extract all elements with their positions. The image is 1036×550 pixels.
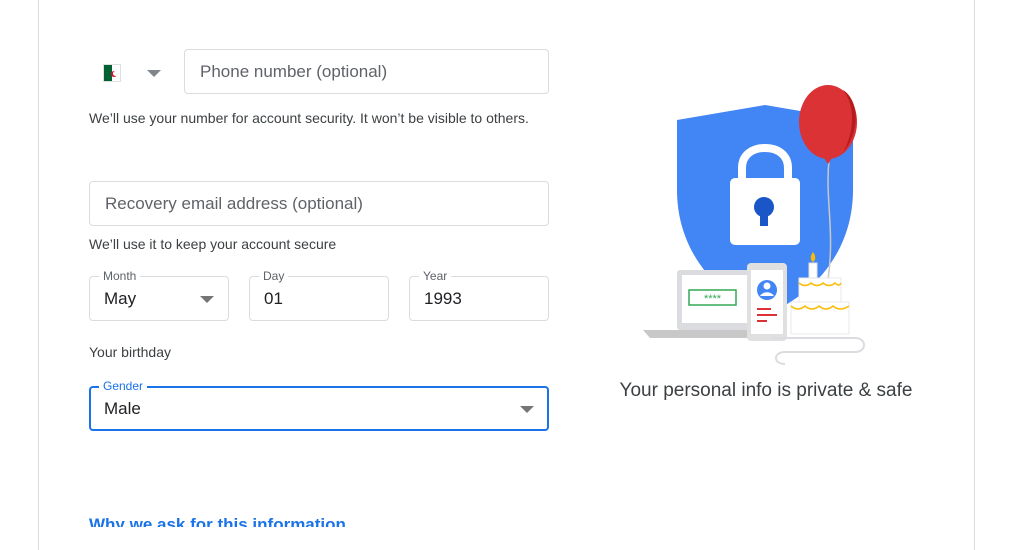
algeria-flag-icon <box>103 64 121 82</box>
year-input[interactable]: Year 1993 <box>409 269 549 321</box>
privacy-illustration: **** <box>643 85 865 365</box>
country-code-selector[interactable] <box>103 58 173 88</box>
recovery-email-input[interactable]: Recovery email address (optional) <box>89 181 549 226</box>
password-mask: **** <box>704 293 722 305</box>
privacy-caption: Your personal info is private & safe <box>619 380 913 401</box>
gender-value: Male <box>104 399 141 418</box>
laptop-icon: **** <box>643 270 765 338</box>
chevron-down-icon <box>520 406 534 413</box>
phone-number-input[interactable]: Phone number (optional) <box>184 49 549 94</box>
recovery-email-placeholder: Recovery email address (optional) <box>105 193 363 213</box>
birthday-helper-text: Your birthday <box>89 344 171 360</box>
year-value: 1993 <box>424 289 462 308</box>
month-label: Month <box>99 269 141 283</box>
gender-label: Gender <box>99 379 148 393</box>
day-value: 01 <box>264 289 283 308</box>
gender-select[interactable]: Gender Male <box>89 379 549 431</box>
day-label: Day <box>259 269 289 283</box>
year-label: Year <box>419 269 452 283</box>
day-input[interactable]: Day 01 <box>249 269 389 321</box>
phone-helper-text: We’ll use your number for account securi… <box>89 110 529 126</box>
why-we-ask-link[interactable]: Why we ask for this information <box>89 515 346 527</box>
chevron-down-icon <box>147 69 161 77</box>
phone-device-icon <box>747 263 787 341</box>
month-select[interactable]: Month May <box>89 269 229 321</box>
month-value: May <box>104 289 137 308</box>
recovery-helper-text: We’ll use it to keep your account secure <box>89 236 337 252</box>
phone-number-placeholder: Phone number (optional) <box>200 61 388 81</box>
chevron-down-icon <box>200 296 214 303</box>
